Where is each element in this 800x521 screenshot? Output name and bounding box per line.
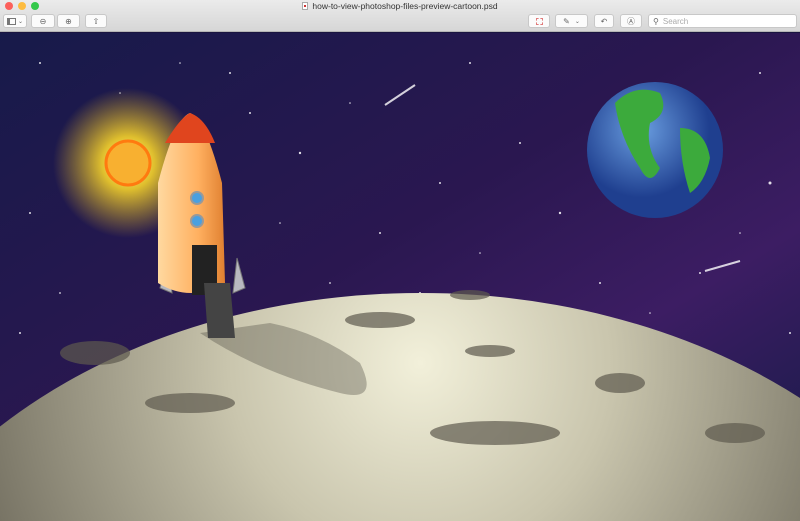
selection-icon: [535, 17, 543, 25]
cartoon-image: [0, 33, 800, 521]
search-input[interactable]: ⚲ Search: [648, 14, 797, 28]
image-canvas: [0, 33, 800, 521]
zoom-out-icon: ⊖: [39, 16, 47, 26]
window-title: how-to-view-photoshop-files-preview-cart…: [0, 1, 800, 11]
markup-circle-icon: Ⓐ: [627, 16, 635, 26]
sidebar-icon: [6, 17, 16, 25]
zoom-out-button[interactable]: ⊖: [31, 14, 55, 28]
chevron-down-icon: ⌄: [574, 18, 580, 25]
rotate-icon: ↶: [600, 16, 608, 26]
search-icon: ⚲: [653, 16, 659, 26]
pen-icon: ✎: [563, 16, 570, 26]
markup-button[interactable]: ✎ ⌄: [555, 14, 588, 28]
share-icon: ⇧: [92, 16, 100, 26]
rotate-button[interactable]: ↶: [594, 14, 614, 28]
zoom-in-icon: ⊕: [65, 16, 72, 26]
chevron-down-icon: ⌄: [17, 18, 24, 25]
title-bar: how-to-view-photoshop-files-preview-cart…: [0, 0, 800, 32]
sidebar-view-button[interactable]: ⌄: [3, 14, 27, 28]
search-placeholder: Search: [662, 16, 689, 26]
psd-file-icon: [302, 2, 309, 10]
annotate-button[interactable]: Ⓐ: [620, 14, 642, 28]
window-title-text: how-to-view-photoshop-files-preview-cart…: [312, 1, 498, 11]
selection-button[interactable]: [528, 14, 550, 28]
zoom-in-button[interactable]: ⊕: [57, 14, 80, 28]
share-button[interactable]: ⇧: [85, 14, 107, 28]
